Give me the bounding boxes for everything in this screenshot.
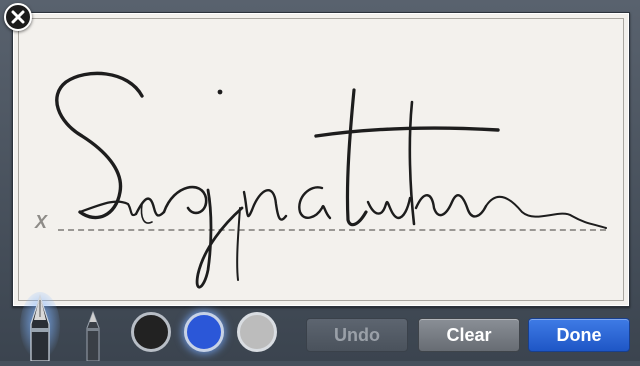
done-button[interactable]: Done (528, 318, 630, 352)
color-black-swatch[interactable] (131, 312, 171, 352)
felt-pen-icon (86, 310, 100, 362)
close-button[interactable] (4, 3, 32, 31)
fountain-pen-icon (20, 292, 60, 362)
fountain-pen-tool[interactable] (20, 290, 60, 362)
color-gray-swatch[interactable] (237, 312, 277, 352)
undo-button[interactable]: Undo (306, 318, 408, 352)
color-blue-swatch[interactable] (184, 312, 224, 352)
clear-button[interactable]: Clear (418, 318, 520, 352)
handwritten-signature (55, 71, 607, 289)
felt-pen-tool[interactable] (80, 310, 106, 362)
close-icon (11, 10, 25, 24)
